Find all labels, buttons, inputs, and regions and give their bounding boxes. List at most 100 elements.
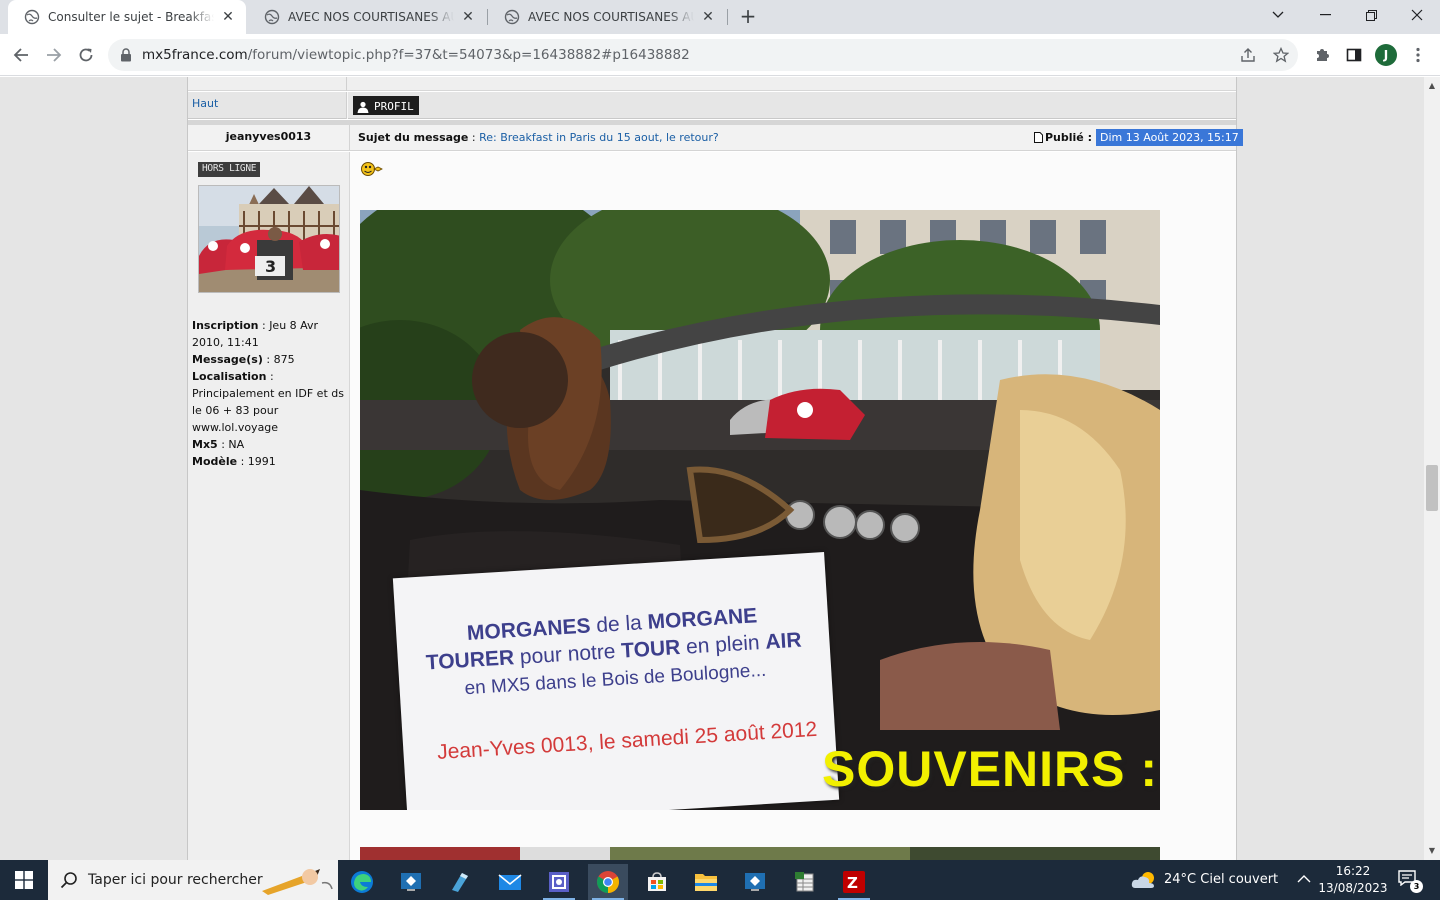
post-author[interactable]: jeanyves0013 [188, 130, 349, 143]
search-highlight-illustration-icon [262, 869, 333, 895]
clock-date: 13/08/2023 [1318, 881, 1388, 895]
restore-icon[interactable] [1348, 0, 1394, 30]
notification-count-badge: 3 [1410, 880, 1423, 893]
profile-field-label: Localisation [192, 370, 267, 383]
tab-title: Consulter le sujet - Breakfast in Paris [48, 10, 214, 24]
tray-chevron-up-icon[interactable] [1297, 874, 1311, 884]
back-arrow-icon[interactable] [7, 41, 35, 69]
offline-status-badge: HORS LIGNE [198, 162, 261, 177]
lock-icon[interactable] [120, 48, 132, 62]
scroll-up-icon[interactable]: ▲ [1428, 82, 1436, 90]
sign-word: MORGANE [646, 604, 758, 634]
page-scrollbar[interactable]: ▲ ▼ [1424, 77, 1440, 860]
profile-field-value: NA [228, 438, 245, 451]
close-tab-icon[interactable]: ✕ [220, 9, 236, 25]
sign-word: en plein [679, 630, 767, 659]
cloudy-weather-icon[interactable] [1130, 870, 1158, 890]
notes-app-icon[interactable] [440, 864, 480, 900]
photo-caption: SOUVENIRS : [822, 741, 1159, 797]
subject-label: Sujet du message [358, 131, 469, 144]
bookmark-star-icon[interactable] [1271, 45, 1291, 65]
taskbar-search[interactable]: Taper ici pour rechercher [48, 860, 338, 900]
post-published: Publié : Dim 13 Août 2023, 15:17 [1034, 129, 1243, 146]
previous-post-footer [188, 77, 1236, 91]
subject-text[interactable]: Re: Breakfast in Paris du 15 aout, le re… [479, 131, 719, 144]
windows-taskbar: Taper ici pour rechercher Z 24°C Ciel co… [0, 860, 1440, 900]
store-app-icon[interactable] [637, 864, 677, 900]
sign-word: pour notre [513, 639, 622, 670]
sign-word: AIR [764, 628, 803, 654]
side-panel-icon[interactable] [1342, 43, 1366, 67]
post-header: jeanyves0013 Sujet du message : Re: Brea… [188, 125, 1243, 151]
profile-field-separator: : [258, 319, 270, 332]
globe-icon [504, 9, 520, 25]
search-icon [60, 872, 77, 889]
post-photo-2[interactable] [360, 847, 1160, 860]
published-label: Publié : [1045, 131, 1092, 144]
profile-button[interactable]: PROFIL [353, 96, 419, 115]
scroll-down-icon[interactable]: ▼ [1428, 847, 1436, 855]
tab-consulter-sujet[interactable]: Consulter le sujet - Breakfast in Paris … [8, 0, 246, 34]
taskbar-clock[interactable]: 16:22 13/08/2023 [1318, 863, 1388, 897]
post-subject: Sujet du message : Re: Breakfast in Pari… [358, 131, 719, 144]
tab-courtisanes-1[interactable]: AVEC NOS COURTISANES AU BOIS ✕ [248, 0, 486, 34]
profile-field-separator: : [262, 353, 274, 366]
smiley-icon [361, 162, 383, 176]
extensions-puzzle-icon[interactable] [1310, 43, 1334, 67]
handwritten-sign: MORGANES de la MORGANE TOURER pour notre… [392, 552, 840, 810]
address-bar[interactable]: mx5france.com/forum/viewtopic.php?f=37&t… [108, 39, 1298, 71]
edge-app-icon[interactable] [342, 864, 382, 900]
start-button[interactable] [0, 860, 48, 900]
profile-field-separator: : [237, 455, 248, 468]
url-text[interactable]: mx5france.com/forum/viewtopic.php?f=37&t… [142, 47, 690, 63]
svg-text:Z: Z [847, 874, 858, 892]
remote-app-icon[interactable] [391, 864, 431, 900]
capture-app-icon[interactable] [539, 864, 579, 900]
profile-registration: Inscription : Jeu 8 Avr 2010, 11:41 [192, 317, 348, 351]
filezilla-app-icon[interactable]: Z [834, 864, 874, 900]
weather-text[interactable]: 24°C Ciel couvert [1164, 872, 1278, 887]
forum-topic: Haut PROFIL jeanyves0013 Sujet du messag… [187, 77, 1243, 860]
tab-separator [727, 9, 728, 25]
forward-arrow-icon[interactable] [40, 41, 68, 69]
tab-courtisanes-2[interactable]: AVEC NOS COURTISANES AU BOIS ✕ [488, 0, 726, 34]
scrollbar-thumb[interactable] [1426, 465, 1438, 511]
profile-avatar[interactable]: J [1375, 44, 1397, 66]
close-tab-icon[interactable]: ✕ [460, 9, 476, 25]
profile-field-label: Modèle [192, 455, 238, 468]
minimize-icon[interactable] [1302, 0, 1348, 30]
globe-icon [24, 9, 40, 25]
windows-logo-icon [15, 871, 33, 889]
close-tab-icon[interactable]: ✕ [700, 9, 716, 25]
tab-search-chevron-icon[interactable] [1255, 0, 1301, 30]
chrome-app-icon[interactable] [588, 864, 628, 900]
user-icon [357, 101, 369, 113]
share-icon[interactable] [1238, 45, 1258, 65]
remote-desktop-icon[interactable] [735, 864, 775, 900]
profile-model: Modèle : 1991 [192, 453, 348, 470]
url-path: /forum/viewtopic.php?f=37&t=54073&p=1643… [247, 47, 690, 63]
profile-field-label: Inscription [192, 319, 259, 332]
sign-word: de la [589, 610, 649, 638]
published-date: Dim 13 Août 2023, 15:17 [1096, 129, 1243, 146]
post-document-icon[interactable] [1034, 132, 1043, 143]
reload-icon[interactable] [72, 41, 100, 69]
kebab-menu-icon[interactable] [1406, 43, 1430, 67]
author-avatar[interactable]: 3 [198, 185, 340, 293]
profile-messages: Message(s) : 875 [192, 351, 348, 368]
sign-word: MORGANES [466, 614, 592, 645]
url-host: mx5france.com [142, 47, 248, 63]
tab-strip: Consulter le sujet - Breakfast in Paris … [0, 0, 1440, 34]
close-window-icon[interactable] [1394, 0, 1440, 30]
back-to-top-link[interactable]: Haut [192, 97, 218, 110]
notification-center[interactable]: 3 [1398, 870, 1423, 893]
post-photo[interactable]: MORGANES de la MORGANE TOURER pour notre… [360, 210, 1160, 810]
new-tab-button[interactable]: + [736, 5, 760, 29]
profile-location: Localisation : Principalement en IDF et … [192, 368, 348, 436]
sign-word: TOUR [620, 636, 681, 663]
profile-mx5: Mx5 : NA [192, 436, 348, 453]
author-profile-info: Inscription : Jeu 8 Avr 2010, 11:41 Mess… [192, 317, 348, 470]
file-explorer-icon[interactable] [686, 864, 726, 900]
mail-app-icon[interactable] [490, 864, 530, 900]
spreadsheet-app-icon[interactable] [785, 864, 825, 900]
